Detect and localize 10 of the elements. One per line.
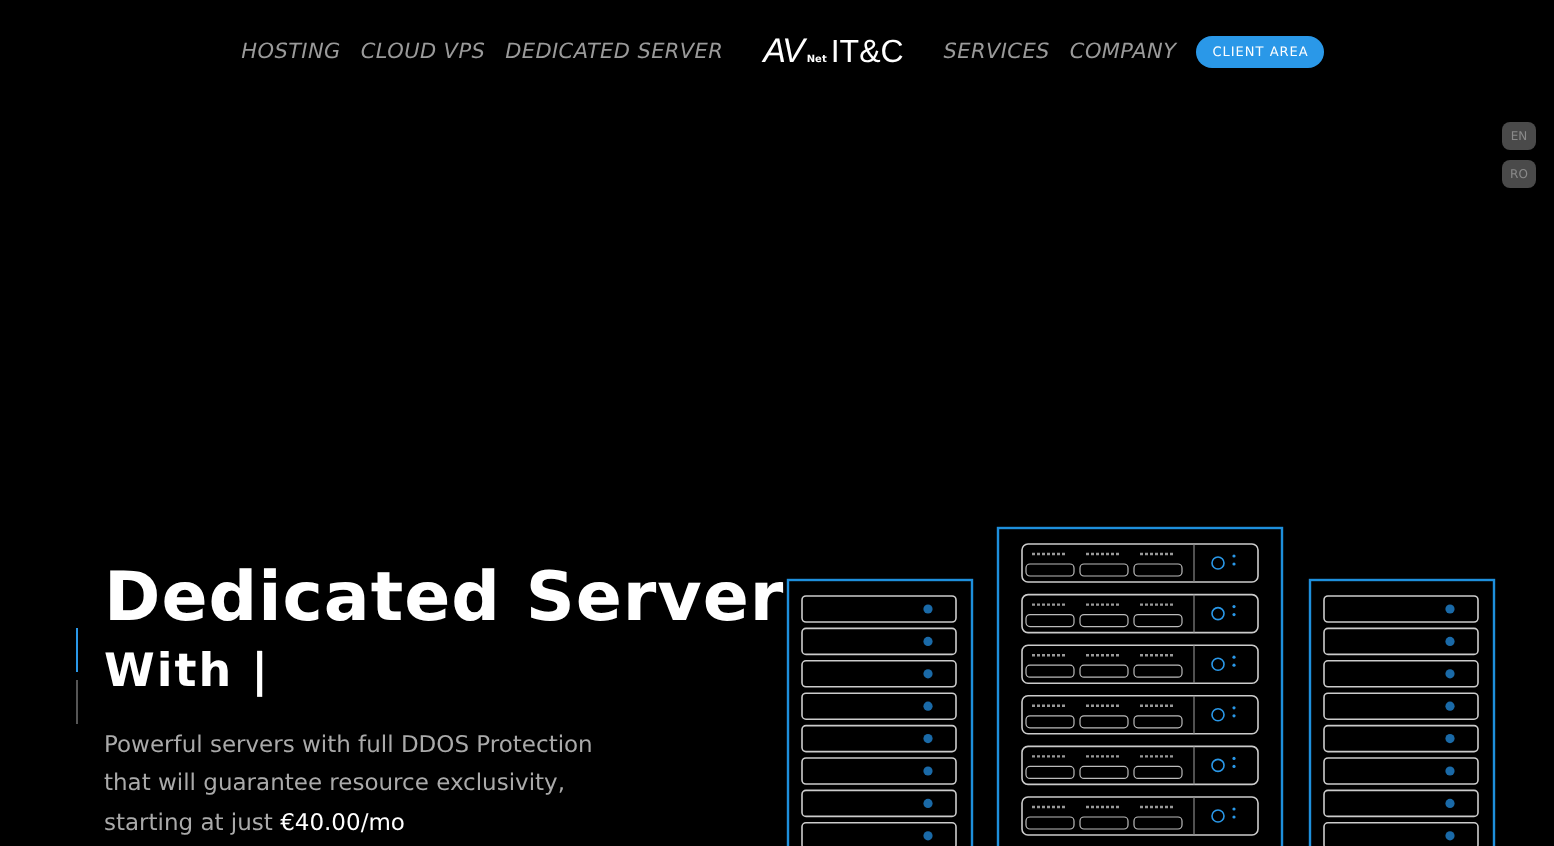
logo-text: IT&C <box>830 36 904 72</box>
nav-link[interactable]: SERVICES <box>943 40 1050 64</box>
hero-subtitle: With | <box>104 643 273 701</box>
nav-link[interactable]: DEDICATED SERVER <box>505 40 724 64</box>
hero-title: Dedicated Server <box>104 557 785 637</box>
nav-link[interactable]: CLOUD VPS <box>360 40 486 64</box>
logo-mark: AV <box>763 32 803 72</box>
hero-description: Powerful servers with full DDOS Protection that will guarantee resource exclusivity, starting at just €40.00/mo <box>104 727 595 839</box>
nav-link[interactable]: COMPANY <box>1069 40 1177 64</box>
nav-link[interactable]: HOSTING <box>241 40 341 64</box>
